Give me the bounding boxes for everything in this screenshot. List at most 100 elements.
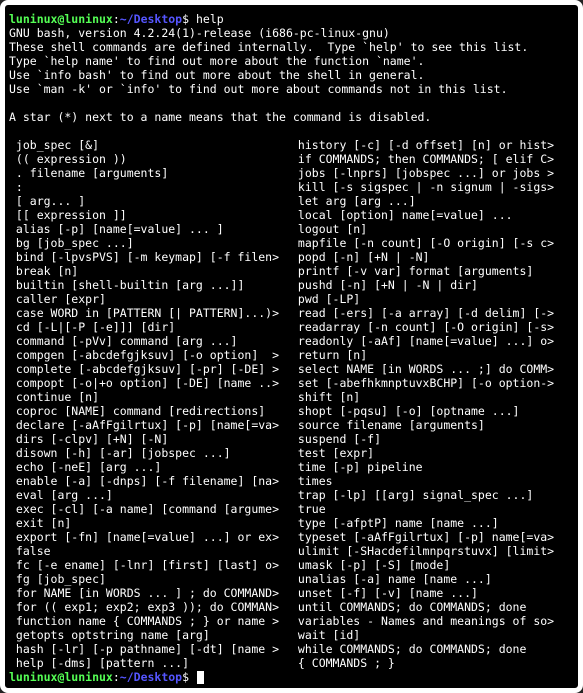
prompt-sep: :	[113, 670, 120, 684]
help-entry: fc [-e ename] [-lnr] [first] [last] o>	[9, 558, 291, 572]
help-header-line: A star (*) next to a name means that the…	[9, 110, 574, 124]
help-column-right: history [-c] [-d offset] [n] or hist> if…	[291, 138, 574, 670]
help-entry: let arg [arg ...]	[291, 194, 574, 208]
help-entry: continue [n]	[9, 390, 291, 404]
help-entry: local [option] name[=value] ...	[291, 208, 574, 222]
help-entry: shopt [-pqsu] [-o] [optname ...]	[291, 404, 574, 418]
prompt-dollar: $	[182, 670, 196, 684]
entered-command: help	[196, 12, 224, 26]
help-entry: bind [-lpvsPVS] [-m keymap] [-f filen>	[9, 250, 291, 264]
help-entry: coproc [NAME] command [redirections]	[9, 404, 291, 418]
prompt-path: ~/Desktop	[120, 670, 182, 684]
help-entry: pushd [-n] [+N | -N | dir]	[291, 278, 574, 292]
help-entry: disown [-h] [-ar] [jobspec ...]	[9, 446, 291, 460]
help-entry: time [-p] pipeline	[291, 460, 574, 474]
help-header-line	[9, 124, 574, 138]
help-entry: [ arg... ]	[9, 194, 291, 208]
cursor-icon	[197, 671, 204, 684]
help-entry: exit [n]	[9, 516, 291, 530]
help-entry: help [-dms] [pattern ...]	[9, 656, 291, 670]
help-entry: shift [n]	[291, 390, 574, 404]
help-entry: caller [expr]	[9, 292, 291, 306]
help-entry: if COMMANDS; then COMMANDS; [ elif C>	[291, 152, 574, 166]
help-entry: ulimit [-SHacdefilmnpqrstuvx] [limit>	[291, 544, 574, 558]
terminal-window[interactable]: luninux@luninux:~/Desktop$ help GNU bash…	[0, 0, 583, 693]
help-entry: test [expr]	[291, 446, 574, 460]
help-header-text: GNU bash, version 4.2.24(1)-release (i68…	[9, 26, 574, 138]
help-entry: enable [-a] [-dnps] [-f filename] [na>	[9, 474, 291, 488]
help-entry: bg [job_spec ...]	[9, 236, 291, 250]
help-entry: while COMMANDS; do COMMANDS; done	[291, 642, 574, 656]
help-entry: set [-abefhkmnptuvxBCHP] [-o option->	[291, 376, 574, 390]
help-entry: logout [n]	[291, 222, 574, 236]
help-entry: type [-afptP] name [name ...]	[291, 516, 574, 530]
help-entry: cd [-L|[-P [-e]]] [dir]	[9, 320, 291, 334]
help-entry: unalias [-a] name [name ...]	[291, 572, 574, 586]
help-entry: popd [-n] [+N | -N]	[291, 250, 574, 264]
help-entry: printf [-v var] format [arguments]	[291, 264, 574, 278]
help-entry: source filename [arguments]	[291, 418, 574, 432]
help-entry: fg [job_spec]	[9, 572, 291, 586]
help-entry: for NAME [in WORDS ... ] ; do COMMAND>	[9, 586, 291, 600]
help-header-line: These shell commands are defined interna…	[9, 40, 574, 54]
help-entry: declare [-aAfFgilrtux] [-p] [name[=va>	[9, 418, 291, 432]
help-entry: read [-ers] [-a array] [-d delim] [->	[291, 306, 574, 320]
prompt-user-host: luninux@luninux	[9, 670, 113, 684]
help-entry: . filename [arguments]	[9, 166, 291, 180]
help-column-left: job_spec [&] (( expression )) . filename…	[9, 138, 291, 670]
help-header-line: GNU bash, version 4.2.24(1)-release (i68…	[9, 26, 574, 40]
help-entry: umask [-p] [-S] [mode]	[291, 558, 574, 572]
help-entry: compgen [-abcdefgjksuv] [-o option] >	[9, 348, 291, 362]
help-entry: command [-pVv] command [arg ...]	[9, 334, 291, 348]
help-entry: hash [-lr] [-p pathname] [-dt] [name >	[9, 642, 291, 656]
help-entry: readarray [-n count] [-O origin] [-s>	[291, 320, 574, 334]
help-header-line	[9, 96, 574, 110]
help-entry: case WORD in [PATTERN [| PATTERN]...)>	[9, 306, 291, 320]
help-entry: select NAME [in WORDS ... ;] do COMM>	[291, 362, 574, 376]
help-entry: times	[291, 474, 574, 488]
help-entry: complete [-abcdefgjksuv] [-pr] [-DE] >	[9, 362, 291, 376]
help-entry: trap [-lp] [[arg] signal_spec ...]	[291, 488, 574, 502]
help-entry: variables - Names and meanings of so>	[291, 614, 574, 628]
prompt-line-2[interactable]: luninux@luninux:~/Desktop$	[9, 670, 574, 684]
prompt-user-host: luninux@luninux	[9, 12, 113, 26]
help-entry: builtin [shell-builtin [arg ...]]	[9, 278, 291, 292]
help-entry: true	[291, 502, 574, 516]
help-entry: getopts optstring name [arg]	[9, 628, 291, 642]
prompt-path: ~/Desktop	[120, 12, 182, 26]
help-entry: dirs [-clpv] [+N] [-N]	[9, 432, 291, 446]
help-columns: job_spec [&] (( expression )) . filename…	[9, 138, 574, 670]
prompt-dollar: $	[182, 12, 196, 26]
help-entry: (( expression ))	[9, 152, 291, 166]
help-entry: pwd [-LP]	[291, 292, 574, 306]
help-entry: echo [-neE] [arg ...]	[9, 460, 291, 474]
help-entry: history [-c] [-d offset] [n] or hist>	[291, 138, 574, 152]
help-entry: [[ expression ]]	[9, 208, 291, 222]
help-entry: false	[9, 544, 291, 558]
help-header-line: Use `info bash' to find out more about t…	[9, 68, 574, 82]
help-entry: export [-fn] [name[=value] ...] or ex>	[9, 530, 291, 544]
help-entry: wait [id]	[291, 628, 574, 642]
help-entry: compopt [-o|+o option] [-DE] [name ..>	[9, 376, 291, 390]
prompt-sep: :	[113, 12, 120, 26]
help-entry: unset [-f] [-v] [name ...]	[291, 586, 574, 600]
help-entry: alias [-p] [name[=value] ... ]	[9, 222, 291, 236]
help-entry: jobs [-lnprs] [jobspec ...] or jobs >	[291, 166, 574, 180]
help-entry: :	[9, 180, 291, 194]
help-entry: job_spec [&]	[9, 138, 291, 152]
help-entry: kill [-s sigspec | -n signum | -sigs>	[291, 180, 574, 194]
help-entry: suspend [-f]	[291, 432, 574, 446]
help-entry: mapfile [-n count] [-O origin] [-s c>	[291, 236, 574, 250]
help-entry: eval [arg ...]	[9, 488, 291, 502]
help-entry: break [n]	[9, 264, 291, 278]
help-header-line: Type `help name' to find out more about …	[9, 54, 574, 68]
help-entry: return [n]	[291, 348, 574, 362]
prompt-line-1: luninux@luninux:~/Desktop$ help	[9, 12, 574, 26]
help-entry: for (( exp1; exp2; exp3 )); do COMMAN>	[9, 600, 291, 614]
help-entry: typeset [-aAfFgilrtux] [-p] name[=va>	[291, 530, 574, 544]
help-entry: exec [-cl] [-a name] [command [argume>	[9, 502, 291, 516]
help-entry: readonly [-aAf] [name[=value] ...] o>	[291, 334, 574, 348]
help-entry: function name { COMMANDS ; } or name >	[9, 614, 291, 628]
help-entry: { COMMANDS ; }	[291, 656, 574, 670]
help-header-line: Use `man -k' or `info' to find out more …	[9, 82, 574, 96]
